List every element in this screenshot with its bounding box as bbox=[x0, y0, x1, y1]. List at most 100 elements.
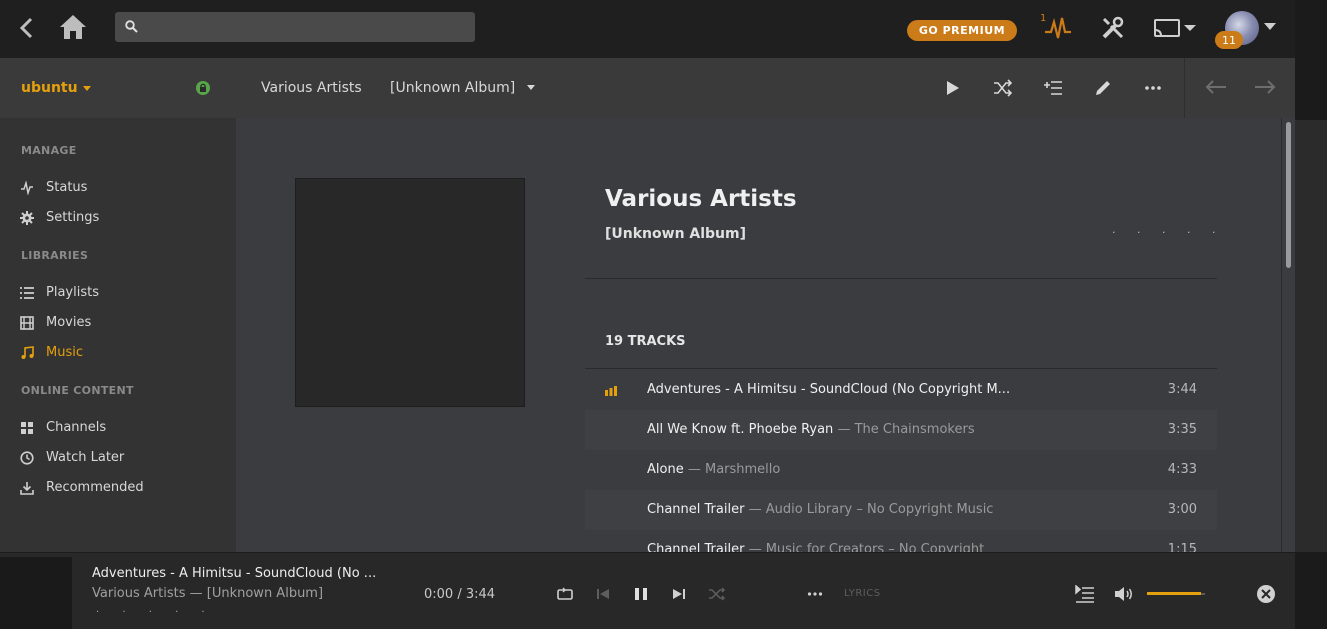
sidebar-item-label: Movies bbox=[46, 315, 92, 330]
track-artist: — Audio Library – No Copyright Music bbox=[748, 502, 994, 517]
track-title: Adventures - A Himitsu - SoundCloud (No … bbox=[647, 382, 1011, 397]
tracks-heading: 19 TRACKS bbox=[605, 334, 686, 349]
music-note-icon bbox=[20, 346, 34, 360]
sidebar-item-recommended[interactable]: Recommended bbox=[0, 474, 236, 502]
track-title: Channel Trailer — Audio Library – No Cop… bbox=[647, 502, 994, 517]
sidebar-item-label: Status bbox=[46, 180, 88, 195]
notification-badge: 11 bbox=[1215, 31, 1243, 49]
lock-icon bbox=[196, 81, 210, 95]
grid-icon bbox=[20, 421, 34, 435]
track-row[interactable]: All We Know ft. Phoebe Ryan — The Chains… bbox=[585, 410, 1217, 450]
now-playing-title[interactable]: Adventures - A Himitsu - SoundCloud (No … bbox=[92, 566, 376, 581]
main-panel: Various Artists [Unknown Album] Various … bbox=[236, 58, 1295, 557]
track-duration: 4:33 bbox=[1167, 462, 1197, 477]
now-playing-thumbnail[interactable] bbox=[0, 557, 72, 629]
volume-level[interactable] bbox=[1147, 592, 1201, 595]
activity-icon bbox=[20, 181, 34, 195]
close-player-icon[interactable] bbox=[1256, 584, 1276, 604]
skip-previous-icon[interactable] bbox=[594, 585, 612, 603]
window-edge bbox=[1295, 0, 1327, 629]
prev-next-nav bbox=[1184, 58, 1295, 118]
sidebar-item-music[interactable]: Music bbox=[0, 339, 236, 367]
now-playing-rating[interactable]: · · · · · bbox=[96, 607, 215, 618]
breadcrumb-album[interactable]: [Unknown Album] bbox=[390, 80, 515, 96]
track-duration: 3:00 bbox=[1167, 502, 1197, 517]
film-icon bbox=[20, 316, 34, 330]
top-bar: GO PREMIUM 1 11 bbox=[0, 0, 1295, 58]
pause-icon[interactable] bbox=[632, 585, 650, 603]
list-icon bbox=[20, 286, 34, 300]
sidebar-item-settings[interactable]: Settings bbox=[0, 204, 236, 232]
go-premium-button[interactable]: GO PREMIUM bbox=[907, 20, 1017, 41]
track-duration: 3:35 bbox=[1167, 422, 1197, 437]
volume-icon[interactable] bbox=[1114, 585, 1134, 603]
sidebar-item-watch-later[interactable]: Watch Later bbox=[0, 444, 236, 472]
edit-pencil-icon[interactable] bbox=[1093, 78, 1113, 98]
home-icon[interactable] bbox=[58, 13, 88, 41]
sidebar-item-label: Watch Later bbox=[46, 450, 125, 465]
track-row[interactable]: Channel Trailer — Audio Library – No Cop… bbox=[585, 490, 1217, 530]
caret-down-icon[interactable] bbox=[527, 85, 535, 90]
play-queue-icon[interactable] bbox=[1075, 585, 1095, 603]
sidebar-item-label: Channels bbox=[46, 420, 107, 435]
breadcrumb-artist[interactable]: Various Artists bbox=[261, 80, 362, 96]
next-arrow-icon[interactable] bbox=[1254, 79, 1276, 95]
track-title: All We Know ft. Phoebe Ryan — The Chains… bbox=[647, 422, 975, 437]
sidebar-item-label: Playlists bbox=[46, 285, 99, 300]
previous-arrow-icon[interactable] bbox=[1205, 79, 1227, 95]
chevron-down-icon[interactable] bbox=[1263, 22, 1277, 32]
sidebar-item-label: Settings bbox=[46, 210, 100, 225]
track-row[interactable]: Adventures - A Himitsu - SoundCloud (No … bbox=[585, 370, 1217, 410]
back-arrow-icon[interactable] bbox=[14, 16, 38, 40]
lyrics-button[interactable]: LYRICS bbox=[844, 588, 881, 599]
now-playing-bars-icon bbox=[605, 386, 617, 396]
section-manage: MANAGE bbox=[21, 144, 77, 157]
sidebar-item-label: Recommended bbox=[46, 480, 144, 495]
breadcrumb-bar: Various Artists [Unknown Album] bbox=[236, 58, 1295, 118]
wrench-screwdriver-icon[interactable] bbox=[1100, 15, 1126, 41]
sidebar-item-status[interactable]: Status bbox=[0, 174, 236, 202]
repeat-icon[interactable] bbox=[556, 585, 574, 603]
gear-icon bbox=[20, 211, 34, 225]
shuffle-icon[interactable] bbox=[708, 585, 726, 603]
playback-time: 0:00 / 3:44 bbox=[424, 587, 496, 602]
divider bbox=[585, 278, 1217, 279]
track-title: Alone — Marshmello bbox=[647, 462, 781, 477]
shuffle-icon[interactable] bbox=[993, 78, 1013, 98]
album-cover[interactable] bbox=[295, 178, 525, 407]
sidebar-item-label: Music bbox=[46, 345, 83, 360]
more-options-icon[interactable] bbox=[1143, 78, 1163, 98]
add-to-queue-icon[interactable] bbox=[1043, 78, 1063, 98]
more-options-icon[interactable] bbox=[806, 585, 824, 603]
sidebar-item-channels[interactable]: Channels bbox=[0, 414, 236, 442]
player-bar: Adventures - A Himitsu - SoundCloud (No … bbox=[0, 552, 1295, 629]
skip-next-icon[interactable] bbox=[670, 585, 688, 603]
plex-app: GO PREMIUM 1 11 ubuntu MANAGE Status Set… bbox=[0, 0, 1327, 629]
activity-icon[interactable] bbox=[1044, 15, 1072, 41]
sidebar: ubuntu MANAGE Status Settings LIBRARIES … bbox=[0, 58, 236, 552]
server-name: ubuntu bbox=[21, 80, 78, 96]
section-libraries: LIBRARIES bbox=[21, 249, 89, 262]
track-row[interactable]: Alone — Marshmello 4:33 bbox=[585, 450, 1217, 490]
track-duration: 3:44 bbox=[1167, 382, 1197, 397]
now-playing-subtitle[interactable]: Various Artists — [Unknown Album] bbox=[92, 586, 323, 601]
caret-down-icon bbox=[83, 86, 91, 91]
sidebar-item-movies[interactable]: Movies bbox=[0, 309, 236, 337]
album-title[interactable]: Various Artists bbox=[605, 186, 797, 212]
track-artist: — The Chainsmokers bbox=[837, 422, 975, 437]
download-icon bbox=[20, 481, 34, 495]
search-field[interactable] bbox=[115, 12, 475, 42]
cast-icon[interactable] bbox=[1152, 16, 1200, 40]
scrollbar-thumb[interactable] bbox=[1286, 122, 1291, 268]
album-rating[interactable]: · · · · · bbox=[1112, 226, 1224, 239]
section-online-content: ONLINE CONTENT bbox=[21, 384, 134, 397]
divider bbox=[585, 368, 1217, 369]
play-icon[interactable] bbox=[943, 78, 963, 98]
clock-icon bbox=[20, 451, 34, 465]
server-selector[interactable]: ubuntu bbox=[0, 58, 236, 118]
sidebar-item-playlists[interactable]: Playlists bbox=[0, 279, 236, 307]
track-artist: — Marshmello bbox=[687, 462, 781, 477]
search-icon bbox=[125, 20, 138, 33]
album-content: Various Artists [Unknown Album] · · · · … bbox=[236, 118, 1283, 557]
album-subtitle: [Unknown Album] bbox=[605, 226, 747, 242]
